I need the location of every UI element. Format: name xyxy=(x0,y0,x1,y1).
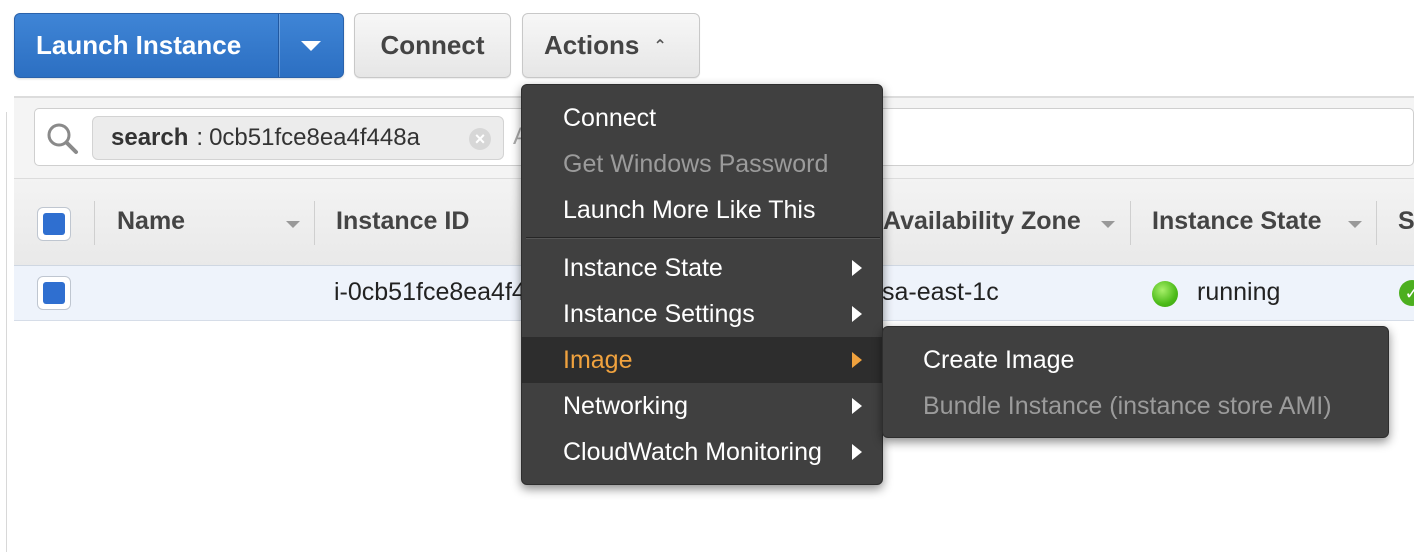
connect-button[interactable]: Connect xyxy=(354,13,511,78)
column-header-name[interactable]: Name xyxy=(117,207,185,236)
column-divider xyxy=(1130,201,1131,245)
column-divider xyxy=(314,201,315,245)
menu-item-label: Launch More Like This xyxy=(563,195,816,224)
menu-item-label: Image xyxy=(563,345,633,374)
menu-item-label: Instance State xyxy=(563,253,723,282)
launch-instance-button[interactable]: Launch Instance xyxy=(15,14,278,77)
sort-caret-icon[interactable] xyxy=(286,221,300,228)
cell-instance-id: i-0cb51fce8ea4f4 xyxy=(334,278,526,306)
column-divider xyxy=(1376,201,1377,245)
menu-item-networking[interactable]: Networking xyxy=(522,383,882,429)
status-check-icon: ✓ xyxy=(1399,280,1414,306)
column-header-instance-id[interactable]: Instance ID xyxy=(336,207,469,236)
token-key: search xyxy=(111,124,189,151)
submenu-item-label: Create Image xyxy=(923,345,1075,374)
cell-availability-zone: sa-east-1c xyxy=(882,278,999,306)
menu-separator xyxy=(526,237,880,239)
column-header-instance-state[interactable]: Instance State xyxy=(1152,207,1322,236)
search-filter-token[interactable]: search : 0cb51fce8ea4f448a × xyxy=(92,116,504,160)
select-all-checkbox[interactable] xyxy=(37,207,71,241)
caret-down-icon xyxy=(301,40,321,51)
submenu-item-label: Bundle Instance (instance store AMI) xyxy=(923,391,1332,420)
actions-button[interactable]: Actions ⌃ xyxy=(522,13,700,78)
menu-item-label: CloudWatch Monitoring xyxy=(563,437,822,466)
menu-item-label: Networking xyxy=(563,391,689,420)
column-divider xyxy=(94,201,95,245)
running-status-icon xyxy=(1152,281,1178,307)
menu-item-instance-state[interactable]: Instance State xyxy=(522,245,882,291)
submenu-arrow-icon xyxy=(852,260,862,276)
submenu-arrow-icon xyxy=(852,352,862,368)
actions-label: Actions xyxy=(544,30,640,60)
cell-instance-state: running xyxy=(1197,278,1281,306)
token-separator: : xyxy=(196,124,204,151)
menu-item-label: Instance Settings xyxy=(563,299,755,328)
menu-item-label: Connect xyxy=(563,103,657,132)
menu-item-launch-more-like-this[interactable]: Launch More Like This xyxy=(522,187,882,233)
launch-options-dropdown[interactable] xyxy=(279,14,343,77)
sort-caret-icon[interactable] xyxy=(1101,221,1115,228)
launch-instance-split-button: Launch Instance xyxy=(14,13,344,78)
chevron-up-icon: ⌃ xyxy=(653,37,667,55)
submenu-item-bundle-instance: Bundle Instance (instance store AMI) xyxy=(883,383,1388,429)
sort-caret-icon[interactable] xyxy=(1348,221,1362,228)
remove-filter-icon[interactable]: × xyxy=(469,128,491,150)
menu-item-image[interactable]: Image xyxy=(522,337,882,383)
image-submenu: Create Image Bundle Instance (instance s… xyxy=(882,326,1389,438)
menu-item-connect[interactable]: Connect xyxy=(522,95,882,141)
row-checkbox[interactable] xyxy=(37,276,71,310)
menu-item-instance-settings[interactable]: Instance Settings xyxy=(522,291,882,337)
menu-item-label: Get Windows Password xyxy=(563,149,829,178)
submenu-item-create-image[interactable]: Create Image xyxy=(883,337,1388,383)
column-header-availability-zone[interactable]: Availability Zone xyxy=(883,207,1081,236)
menu-item-cloudwatch-monitoring[interactable]: CloudWatch Monitoring xyxy=(522,429,882,475)
submenu-arrow-icon xyxy=(852,444,862,460)
submenu-arrow-icon xyxy=(852,398,862,414)
left-border xyxy=(6,112,7,552)
submenu-arrow-icon xyxy=(852,306,862,322)
search-icon xyxy=(47,123,78,154)
actions-menu: Connect Get Windows Password Launch More… xyxy=(521,84,883,485)
menu-item-get-windows-password: Get Windows Password xyxy=(522,141,882,187)
column-header-status-checks[interactable]: S xyxy=(1398,207,1414,236)
token-value: 0cb51fce8ea4f448a xyxy=(209,124,420,151)
